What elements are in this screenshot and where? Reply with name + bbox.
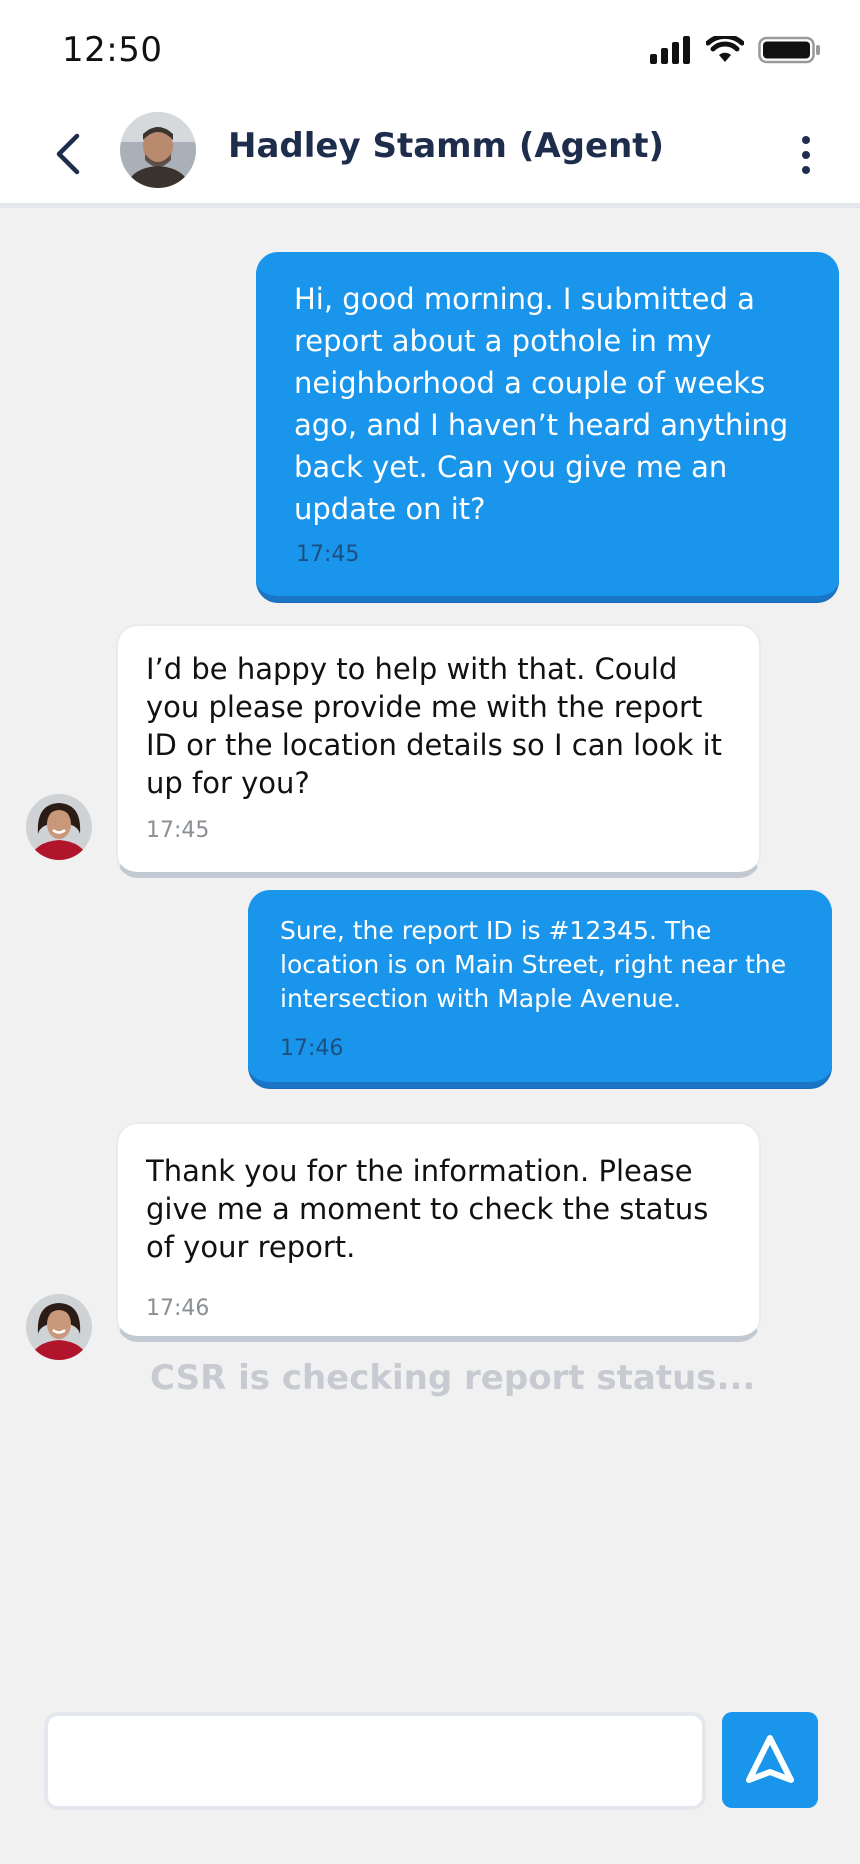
more-options-button[interactable] [788, 130, 824, 180]
cellular-signal-icon [650, 36, 690, 64]
message-text: Sure, the report ID is #12345. The locat… [280, 916, 787, 1013]
chevron-left-icon [56, 133, 80, 175]
avatar-photo-icon [120, 112, 196, 188]
chat-header: Hadley Stamm (Agent) [0, 100, 860, 208]
message-time: 17:46 [146, 1296, 210, 1321]
message-text: I’d be happy to help with that. Could yo… [146, 652, 723, 800]
message-time: 17:46 [280, 1036, 344, 1061]
page-title: Hadley Stamm (Agent) [228, 126, 665, 166]
message-text: Thank you for the information. Please gi… [146, 1154, 709, 1264]
battery-icon [758, 36, 820, 64]
message-outgoing: Sure, the report ID is #12345. The locat… [248, 890, 832, 1088]
message-incoming: Thank you for the information. Please gi… [116, 1122, 761, 1342]
csr-avatar [26, 794, 92, 860]
status-bar: 12:50 [0, 0, 860, 100]
back-button[interactable] [44, 126, 92, 182]
more-vertical-icon-dot [802, 166, 810, 174]
message-text: Hi, good morning. I submitted a report a… [294, 282, 789, 526]
message-incoming: I’d be happy to help with that. Could yo… [116, 624, 761, 878]
status-time: 12:50 [62, 30, 163, 70]
message-time: 17:45 [296, 542, 360, 567]
avatar-photo-icon [26, 794, 92, 860]
csr-avatar [26, 1294, 92, 1360]
message-input[interactable] [44, 1712, 706, 1810]
send-button[interactable] [722, 1712, 818, 1808]
avatar-photo-icon [26, 1294, 92, 1360]
message-time: 17:45 [146, 818, 210, 843]
typing-indicator: CSR is checking report status... [150, 1358, 756, 1398]
more-vertical-icon [802, 136, 810, 144]
wifi-icon [706, 36, 744, 62]
send-icon [746, 1735, 794, 1783]
system-icons [650, 36, 822, 64]
more-vertical-icon-dot [802, 151, 810, 159]
message-outgoing: Hi, good morning. I submitted a report a… [256, 252, 839, 602]
agent-avatar[interactable] [120, 112, 196, 188]
